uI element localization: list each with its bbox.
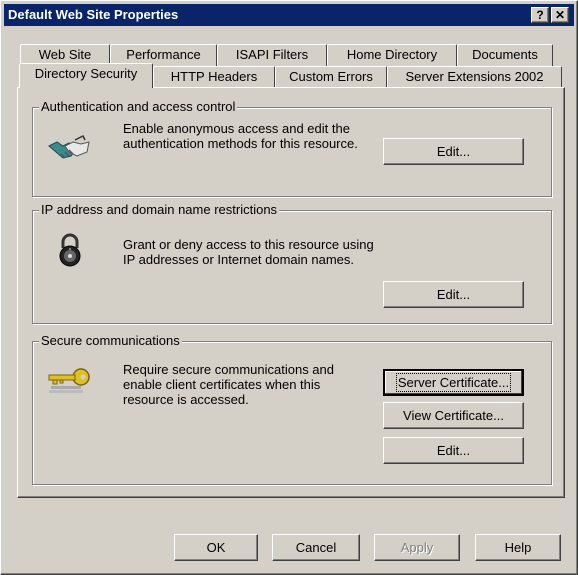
ip-desc-line2: IP addresses or Internet domain names. [123,252,354,267]
tab-directory-security[interactable]: Directory Security [19,63,153,88]
ok-button[interactable]: OK [174,534,258,561]
window-title: Default Web Site Properties [8,7,179,22]
close-icon[interactable]: ✕ [551,7,569,23]
auth-desc-line2: authentication methods for this resource… [123,136,358,151]
tab-isapi-filters[interactable]: ISAPI Filters [217,44,327,66]
secure-edit-button[interactable]: Edit... [383,437,524,464]
secure-edit-label: Edit... [436,443,471,458]
cancel-button[interactable]: Cancel [272,534,360,561]
auth-groupbox: Authentication and access control Enable… [32,99,552,197]
properties-dialog: Default Web Site Properties ? ✕ Web Site… [0,0,578,575]
tab-documents[interactable]: Documents [457,44,553,66]
secure-legend: Secure communications [39,333,182,348]
ip-edit-label: Edit... [436,287,471,302]
auth-desc-line1: Enable anonymous access and edit the [123,121,350,136]
ip-edit-button[interactable]: Edit... [383,281,524,308]
title-bar[interactable]: Default Web Site Properties ? ✕ [4,4,574,26]
help-button[interactable]: Help [475,534,561,561]
handshake-icon [48,134,90,159]
auth-edit-button[interactable]: Edit... [383,138,524,165]
auth-legend: Authentication and access control [39,99,238,114]
tab-server-extensions-2002[interactable]: Server Extensions 2002 [387,66,562,88]
auth-edit-label: Edit... [436,144,471,159]
ip-groupbox: IP address and domain name restrictions … [32,202,552,324]
tab-http-headers[interactable]: HTTP Headers [153,66,275,88]
padlock-icon [59,233,81,267]
ip-legend: IP address and domain name restrictions [39,202,280,217]
key-icon [48,368,90,393]
secure-desc-line2: enable client certificates when this [123,377,321,392]
view-certificate-button[interactable]: View Certificate... [383,402,524,429]
ip-desc-line1: Grant or deny access to this resource us… [123,237,374,252]
apply-button[interactable]: Apply [374,534,460,561]
server-certificate-label: Server Certificate... [395,373,512,392]
secure-groupbox: Secure communications Require secure com… [32,333,552,485]
server-certificate-button[interactable]: Server Certificate... [383,369,524,396]
secure-desc-line1: Require secure communications and [123,362,334,377]
view-certificate-label: View Certificate... [403,408,504,423]
help-title-button[interactable]: ? [531,7,549,23]
secure-desc-line3: resource is accessed. [123,392,249,407]
tab-home-directory[interactable]: Home Directory [327,44,457,66]
directory-security-panel: Authentication and access control Enable… [17,87,565,498]
tab-custom-errors[interactable]: Custom Errors [275,66,387,88]
